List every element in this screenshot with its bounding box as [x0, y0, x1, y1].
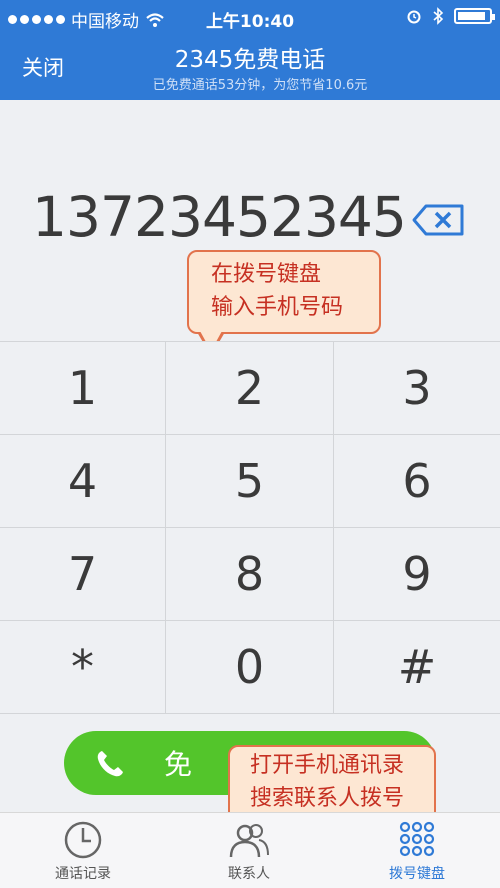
key-0[interactable]: 0 [166, 621, 334, 714]
bottom-tab-bar: 通话记录 联系人 拨号键盘 [0, 812, 500, 888]
battery-icon [454, 8, 495, 24]
contacts-tip-line2: 搜索联系人拨号 [250, 786, 405, 811]
bluetooth-icon [433, 7, 444, 25]
alarm-icon [407, 10, 421, 24]
tab-contacts-label: 联系人 [228, 866, 270, 882]
page-title: 2345免费电话 [174, 47, 326, 73]
keypad-tip-line1: 在拨号键盘 [211, 262, 322, 287]
key-6[interactable]: 6 [334, 435, 500, 528]
dial-keypad: 1 2 3 4 5 6 7 8 9 * 0 # [0, 341, 500, 715]
dialed-number: 13723452345 [32, 185, 407, 249]
status-right [406, 7, 495, 25]
tab-call-log[interactable]: 通话记录 [0, 813, 166, 888]
key-1[interactable]: 1 [0, 342, 166, 435]
key-7[interactable]: 7 [0, 528, 166, 621]
key-hash[interactable]: # [334, 621, 500, 714]
key-8[interactable]: 8 [166, 528, 334, 621]
status-bar: 中国移动 上午10:40 [0, 0, 500, 34]
key-star[interactable]: * [0, 621, 166, 714]
app-header: 关闭 2345免费电话 已免费通话53分钟，为您节省10.6元 [0, 34, 500, 100]
dialpad-icon [399, 821, 435, 857]
key-5[interactable]: 5 [166, 435, 334, 528]
key-4[interactable]: 4 [0, 435, 166, 528]
contacts-tip-line1: 打开手机通讯录 [250, 753, 405, 778]
keypad-tip-line2: 输入手机号码 [211, 295, 344, 320]
tab-call-log-label: 通话记录 [55, 866, 111, 882]
backspace-icon[interactable] [412, 203, 466, 237]
tab-dialpad-label: 拨号键盘 [389, 866, 445, 882]
key-9[interactable]: 9 [334, 528, 500, 621]
keypad-tip-callout: 在拨号键盘 输入手机号码 [187, 250, 381, 356]
key-2[interactable]: 2 [166, 342, 334, 435]
call-button-label: 免 [164, 748, 193, 781]
phone-icon [97, 751, 123, 777]
tab-dialpad[interactable]: 拨号键盘 [334, 813, 500, 888]
clock-icon [64, 821, 102, 859]
savings-subtitle: 已免费通话53分钟，为您节省10.6元 [152, 78, 368, 93]
contacts-icon [229, 824, 269, 858]
tab-contacts[interactable]: 联系人 [166, 813, 332, 888]
key-3[interactable]: 3 [334, 342, 500, 435]
